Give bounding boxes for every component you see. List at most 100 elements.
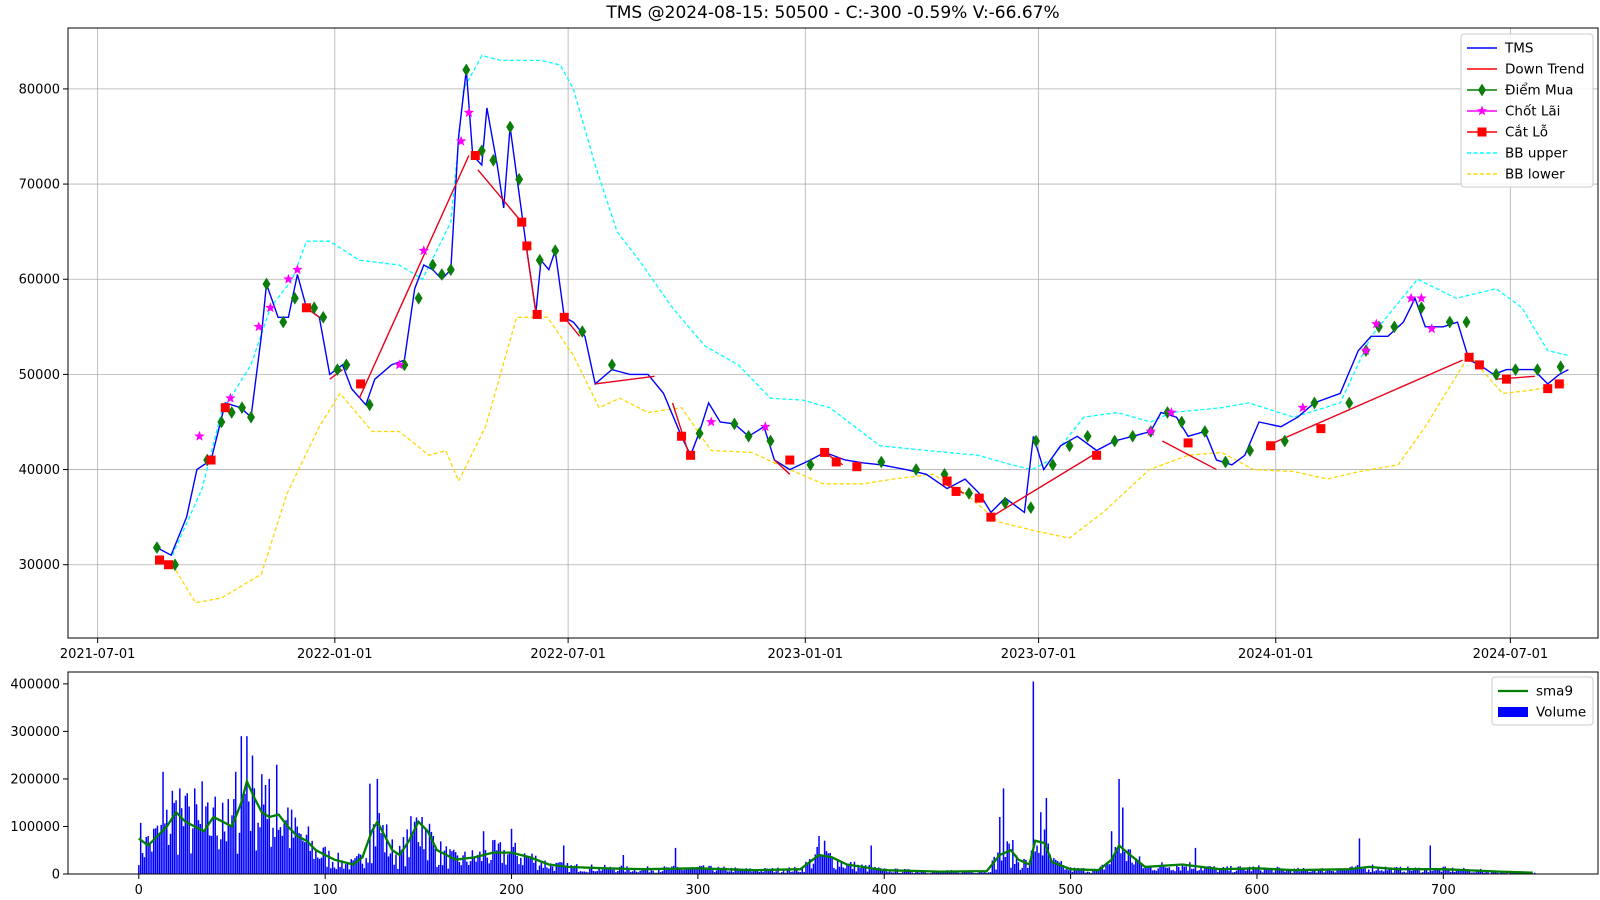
legend-square-marker <box>1477 127 1487 137</box>
volume-bar <box>287 807 289 874</box>
cut-loss-marker <box>1183 438 1193 448</box>
y-tick-label: 30000 <box>19 558 60 573</box>
volume-bar <box>1179 870 1182 874</box>
down-trend-segment <box>358 155 470 399</box>
volume-bar <box>328 850 330 874</box>
volume-bar <box>264 785 267 874</box>
volume-bar <box>782 870 785 874</box>
volume-bar <box>876 869 878 874</box>
buy-point-marker <box>1556 360 1565 374</box>
volume-bar <box>497 843 500 874</box>
volume-bar <box>1053 858 1055 874</box>
volume-bar <box>423 849 425 874</box>
volume-bar <box>266 819 269 874</box>
volume-bar <box>993 856 995 874</box>
volume-bar <box>542 867 544 874</box>
volume-bar <box>1259 870 1262 874</box>
volume-bars <box>138 681 1536 874</box>
volume-bar <box>234 771 237 874</box>
volume-bar <box>590 864 593 874</box>
take-profit-marker <box>292 264 303 275</box>
volume-bar <box>439 841 442 874</box>
volume-bar <box>1153 869 1156 874</box>
volume-bar <box>1017 862 1020 874</box>
y-tick-label: 80000 <box>19 82 60 97</box>
legend-label: Điểm Mua <box>1505 82 1573 99</box>
cut-loss-marker <box>1554 379 1564 389</box>
volume-bar <box>210 835 213 874</box>
volume-bar <box>658 869 660 874</box>
volume-bar <box>536 870 539 874</box>
volume-bar <box>1000 860 1003 874</box>
volume-bar <box>182 826 185 874</box>
volume-bar <box>820 855 822 874</box>
volume-bar <box>221 802 224 874</box>
volume-bar <box>510 828 513 874</box>
volume-bar <box>1122 807 1124 874</box>
volume-bar <box>1118 778 1120 874</box>
volume-bar <box>302 840 304 874</box>
volume-bar <box>320 857 323 874</box>
volume-bar <box>1068 870 1070 874</box>
volume-bar <box>475 861 477 874</box>
volume-bar <box>501 862 503 874</box>
volume-bar <box>350 859 353 874</box>
buy-point-marker <box>1221 455 1230 469</box>
volume-bar <box>233 799 235 874</box>
y-tick-label: 70000 <box>19 178 60 193</box>
volume-bar <box>611 869 613 874</box>
y-tick-label: 200000 <box>10 772 60 787</box>
volume-bar <box>190 853 192 874</box>
volume-bar <box>354 858 356 874</box>
volume-bar <box>1192 868 1195 874</box>
buy-point-marker <box>1200 425 1209 438</box>
volume-bar <box>365 858 367 874</box>
volume-bar <box>473 857 476 874</box>
volume-bar <box>490 860 492 874</box>
volume-bar <box>1353 869 1355 874</box>
volume-bar <box>626 866 628 874</box>
volume-bar <box>1177 867 1180 874</box>
volume-bar <box>1190 868 1193 874</box>
volume-bar <box>708 865 710 874</box>
volume-bar <box>193 788 196 874</box>
volume-bar <box>548 868 550 874</box>
volume-bar <box>529 858 531 874</box>
volume-bar <box>259 827 261 874</box>
volume-bar <box>1019 870 1022 874</box>
volume-bar <box>348 869 351 874</box>
volume-bar <box>227 799 230 874</box>
volume-bar <box>520 857 522 874</box>
volume-bar <box>1239 866 1241 874</box>
volume-bar <box>1008 843 1010 874</box>
volume-bar <box>445 846 448 874</box>
volume-bar <box>533 862 535 874</box>
volume-bar <box>361 863 364 874</box>
volume-bar <box>674 847 677 874</box>
price-y-axis: 30000 40000 50000 60000 70000 80000 <box>19 82 68 573</box>
volume-bar <box>494 839 496 874</box>
volume-bar <box>151 851 153 874</box>
volume-bar <box>300 834 302 874</box>
volume-bar <box>426 860 429 874</box>
volume-bar <box>454 852 457 874</box>
volume-bar <box>810 868 813 874</box>
cut-loss-marker <box>220 403 230 413</box>
cut-loss-marker <box>831 457 841 467</box>
volume-bar <box>152 828 155 874</box>
x-tick-label: 2022-01-01 <box>297 647 373 662</box>
volume-bar <box>1409 869 1411 874</box>
volume-bar <box>835 869 837 874</box>
down-trend-segment <box>595 375 655 385</box>
volume-bar <box>842 867 844 874</box>
volume-bar <box>290 809 293 874</box>
volume-bar <box>356 856 358 874</box>
volume-bar <box>1034 851 1036 874</box>
volume-bar <box>139 822 142 874</box>
volume-bar <box>853 861 856 874</box>
cut-loss-marker <box>820 447 830 457</box>
volume-bar <box>313 858 315 874</box>
volume-bar <box>600 870 602 874</box>
volume-bar <box>1172 869 1174 874</box>
volume-bar <box>203 830 205 874</box>
